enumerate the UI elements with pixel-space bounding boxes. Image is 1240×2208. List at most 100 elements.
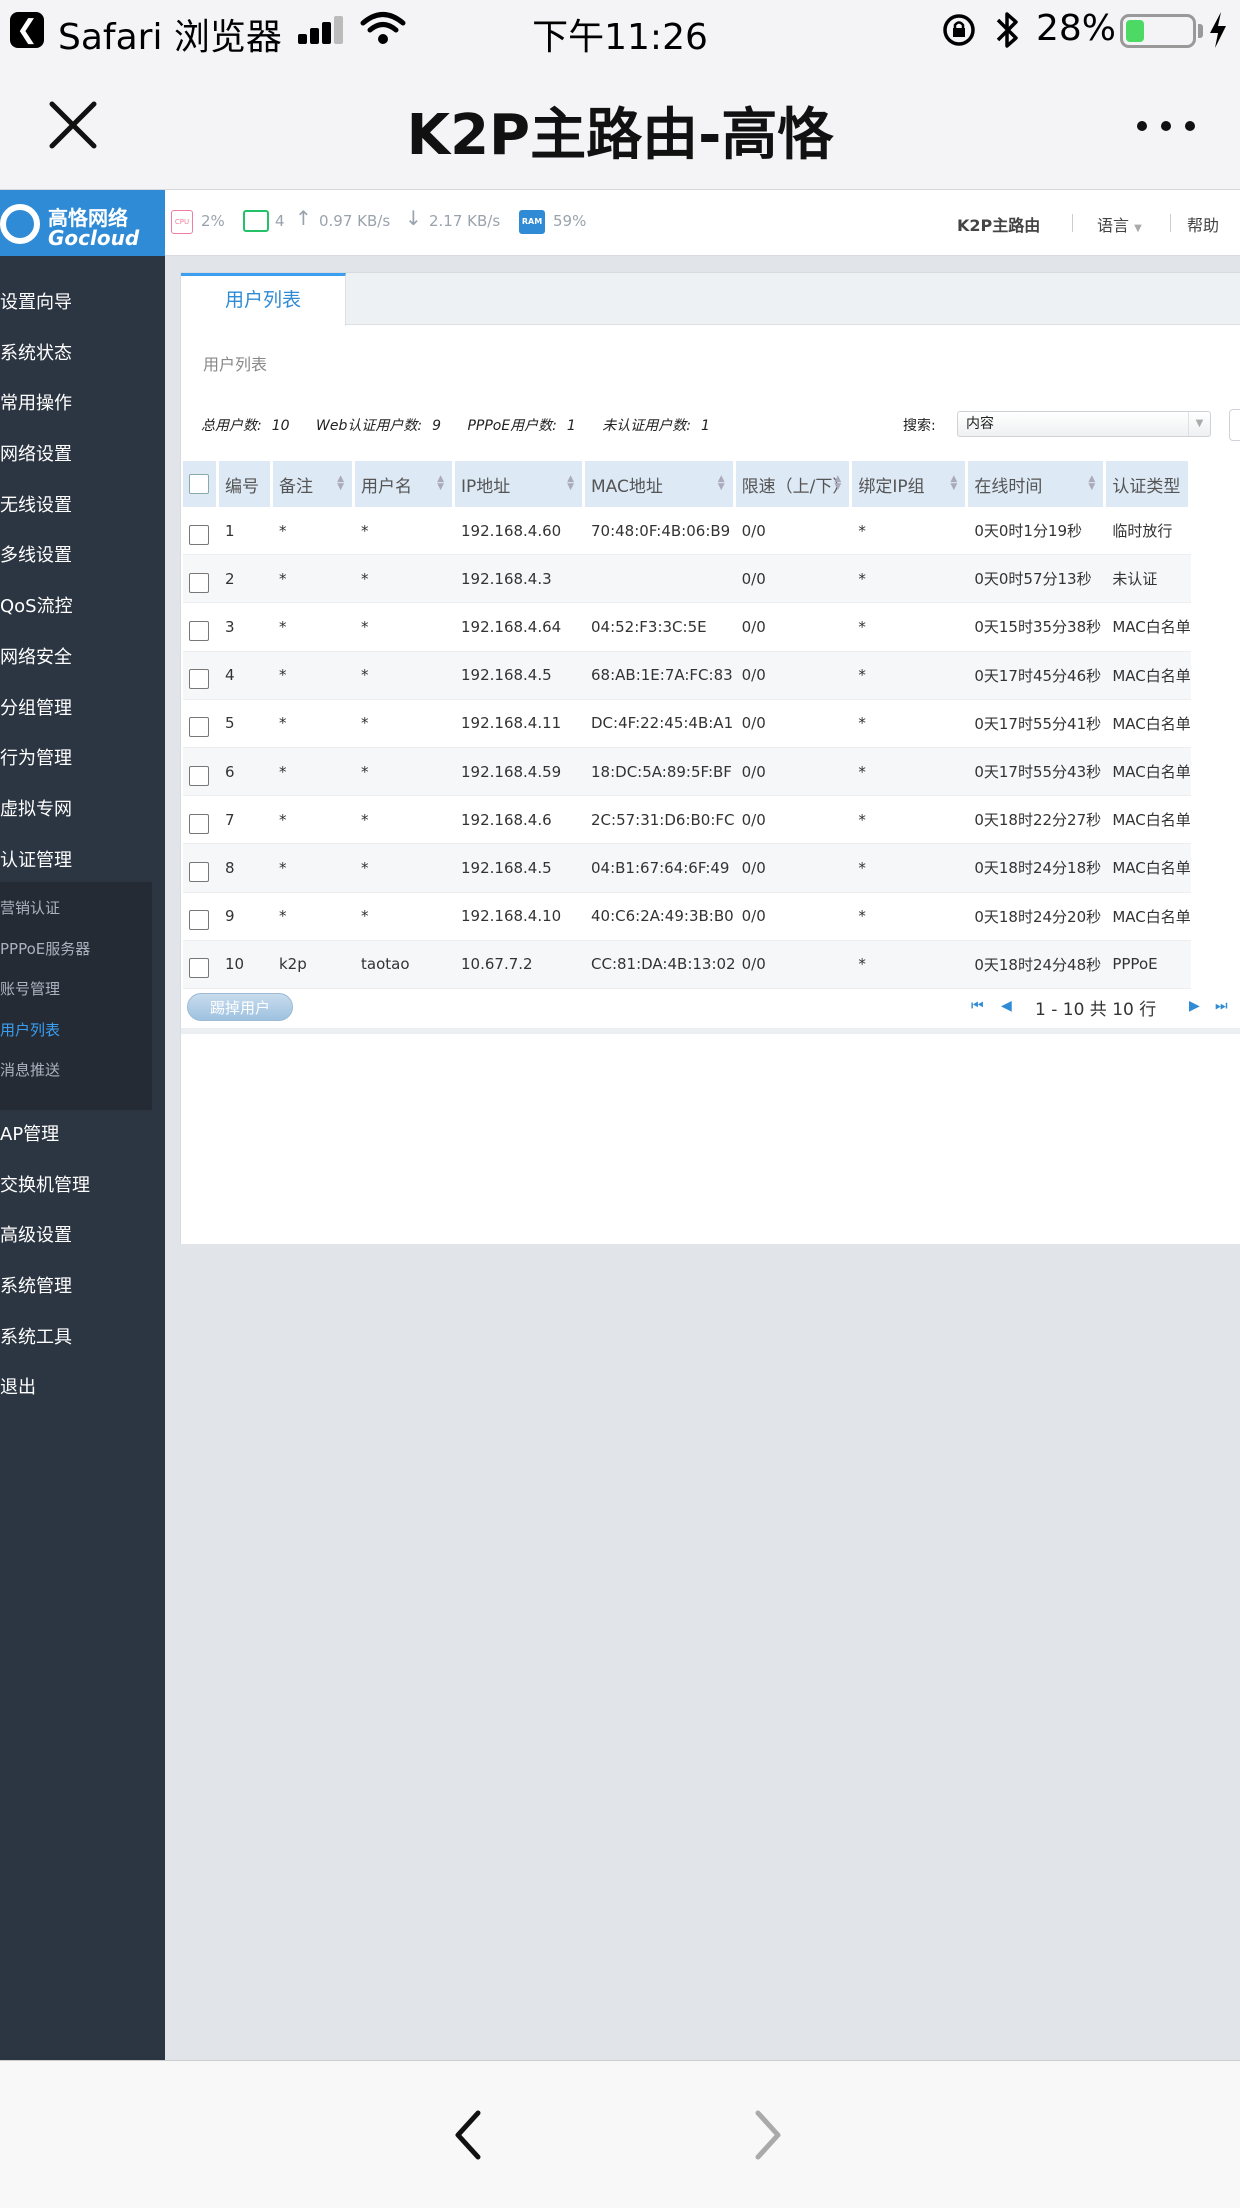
sidebar-subitem-0[interactable]: 营销认证	[0, 882, 152, 923]
sort-icon[interactable]: ▲ ▼	[834, 475, 841, 492]
table-cell: MAC白名单	[1106, 893, 1191, 941]
sidebar-item-8[interactable]: 分组管理	[0, 684, 165, 735]
sidebar-item-5[interactable]: 多线设置	[0, 531, 165, 582]
sort-icon[interactable]: ▲ ▼	[718, 475, 725, 492]
sidebar-item-bottom-4[interactable]: 系统工具	[0, 1313, 165, 1364]
sidebar-subitem-1[interactable]: PPPoE服务器	[0, 923, 152, 964]
table-row[interactable]: 10 k2p taotao 10.67.7.2 CC:81:DA:4B:13:02 0/0…	[183, 940, 1191, 989]
row-checkbox[interactable]	[189, 861, 209, 882]
table-cell: 5	[219, 700, 273, 748]
sidebar-item-bottom-5[interactable]: 退出	[0, 1363, 165, 1414]
column-header[interactable]: IP地址 ▲ ▼	[455, 461, 585, 507]
table-row[interactable]: 4 * * 192.168.4.5 68:AB:1E:7A:FC:83 0/0 * 0天17时…	[183, 651, 1191, 700]
sidebar-item-2[interactable]: 常用操作	[0, 379, 165, 430]
more-icon[interactable]	[1134, 118, 1198, 134]
search-input[interactable]	[1229, 409, 1240, 441]
sidebar-item-bottom-2[interactable]: 高级设置	[0, 1211, 165, 1262]
sidebar-item-6[interactable]: QoS流控	[0, 582, 165, 633]
row-checkbox[interactable]	[189, 524, 209, 545]
sidebar-item-bottom-3[interactable]: 系统管理	[0, 1262, 165, 1313]
column-header[interactable]: 备注 ▲ ▼	[273, 461, 355, 507]
row-checkbox[interactable]	[189, 572, 209, 593]
table-cell: 192.168.4.11	[455, 700, 585, 748]
back-icon[interactable]	[448, 2107, 488, 2163]
sidebar-menu-bottom: AP管理 交换机管理 高级设置 系统管理 系统工具 退出	[0, 1110, 165, 1414]
table-row[interactable]: 5 * * 192.168.4.11 DC:4F:22:45:4B:A1 0/0 * 0天17…	[183, 700, 1191, 748]
language-menu[interactable]: 语言 ▼	[1097, 212, 1142, 236]
row-checkbox[interactable]	[189, 620, 209, 641]
sidebar-subitem-3[interactable]: 用户列表	[0, 1004, 152, 1045]
table-cell: 192.168.4.6	[455, 796, 585, 845]
column-header[interactable]: 认证类型	[1106, 461, 1191, 507]
table-cell: DC:4F:22:45:4B:A1	[585, 700, 736, 748]
sidebar-subitem-4[interactable]: 消息推送	[0, 1044, 152, 1085]
sidebar-item-3[interactable]: 网络设置	[0, 430, 165, 481]
column-header[interactable]: 在线时间 ▲ ▼	[968, 461, 1107, 507]
sidebar-item-9[interactable]: 行为管理	[0, 734, 165, 785]
sidebar-item-bottom-1[interactable]: 交换机管理	[0, 1161, 165, 1212]
table-row[interactable]: 7 * * 192.168.4.6 2C:57:31:D6:B0:FC 0/0 * 0天18时…	[183, 796, 1191, 845]
table-cell: *	[355, 747, 455, 797]
table-row[interactable]: 6 * * 192.168.4.59 18:DC:5A:89:5F:BF 0/0 * 0天17…	[183, 747, 1191, 797]
row-checkbox[interactable]	[189, 669, 209, 690]
sort-icon[interactable]: ▲ ▼	[1088, 475, 1095, 492]
sidebar-item-bottom-0[interactable]: AP管理	[0, 1110, 165, 1161]
select-all-checkbox[interactable]	[189, 474, 209, 494]
table-cell: *	[852, 796, 969, 845]
table-row[interactable]: 8 * * 192.168.4.5 04:B1:67:64:6F:49 0/0 * 0天18时…	[183, 844, 1191, 893]
sidebar-item-10[interactable]: 虚拟专网	[0, 785, 165, 836]
column-header[interactable]: 绑定IP组 ▲ ▼	[852, 461, 969, 507]
table-cell: *	[852, 940, 969, 989]
table-cell: 0天0时57分13秒	[968, 555, 1107, 604]
row-checkbox[interactable]	[189, 717, 209, 738]
table-row[interactable]: 9 * * 192.168.4.10 40:C6:2A:49:3B:B0 0/0 * 0天18…	[183, 893, 1191, 941]
prev-page-icon[interactable]: ◀	[1001, 998, 1012, 1014]
row-checkbox[interactable]	[189, 765, 209, 786]
battery-percent: 28%	[1036, 8, 1117, 49]
row-checkbox[interactable]	[189, 813, 209, 834]
sort-icon[interactable]: ▲ ▼	[337, 475, 344, 492]
status-bar: ❮ Safari 浏览器 下午11:26 28%	[0, 0, 1240, 62]
upload-speed: 0.97 KB/s	[319, 212, 391, 230]
table-cell: 04:B1:67:64:6F:49	[585, 844, 736, 893]
row-checkbox[interactable]	[189, 910, 209, 931]
help-link[interactable]: 帮助	[1187, 212, 1219, 236]
chevron-down-icon: ▼	[1134, 223, 1142, 234]
sidebar-subitem-2[interactable]: 账号管理	[0, 963, 152, 1004]
kick-user-button[interactable]: 踢掉用户	[187, 993, 293, 1021]
forward-icon[interactable]	[748, 2107, 788, 2163]
column-header[interactable]: MAC地址 ▲ ▼	[585, 461, 736, 507]
row-checkbox[interactable]	[189, 958, 209, 979]
sidebar-item-0[interactable]: 设置向导	[0, 278, 165, 329]
column-header[interactable]: 限速（上/下） ▲ ▼	[735, 461, 853, 507]
table-cell: *	[852, 700, 969, 748]
sidebar-item-7[interactable]: 网络安全	[0, 633, 165, 684]
sort-icon[interactable]: ▲ ▼	[950, 475, 957, 492]
last-page-icon[interactable]: ⏭	[1215, 998, 1228, 1014]
table-row[interactable]: 2 * * 192.168.4.3 0/0 * 0天0时57分13秒 未认证	[183, 555, 1191, 604]
sidebar-item-4[interactable]: 无线设置	[0, 481, 165, 532]
clients-icon	[243, 210, 269, 232]
table-cell: 0/0	[735, 844, 853, 893]
table-row[interactable]: 3 * * 192.168.4.64 04:52:F3:3C:5E 0/0 * 0天15时35…	[183, 603, 1191, 652]
table-cell: *	[852, 651, 969, 700]
sidebar-item-11[interactable]: 认证管理	[0, 836, 165, 887]
column-header[interactable]: 编号	[219, 461, 273, 507]
first-page-icon[interactable]: ⏮	[971, 998, 984, 1014]
logo-text-en: Gocloud	[48, 226, 140, 250]
ram-icon: RAM	[519, 210, 545, 234]
download-speed: 2.17 KB/s	[429, 212, 501, 230]
row-checkbox-cell	[183, 603, 219, 652]
table-cell: *	[273, 555, 355, 604]
table-row[interactable]: 1 * * 192.168.4.60 70:48:0F:4B:06:B9 0/0 * 0天0时…	[183, 507, 1191, 556]
sort-icon[interactable]: ▲ ▼	[567, 475, 574, 492]
column-header[interactable]: 用户名 ▲ ▼	[355, 461, 455, 507]
sort-icon[interactable]: ▲ ▼	[437, 475, 444, 492]
next-page-icon[interactable]: ▶	[1189, 998, 1200, 1014]
search-field-select[interactable]: 内容 ▼	[957, 411, 1211, 437]
divider	[1072, 214, 1073, 232]
table-cell: *	[273, 844, 355, 893]
tab-user-list[interactable]: 用户列表	[181, 273, 346, 326]
web-users-value: 9	[432, 418, 441, 434]
sidebar-item-1[interactable]: 系统状态	[0, 329, 165, 380]
